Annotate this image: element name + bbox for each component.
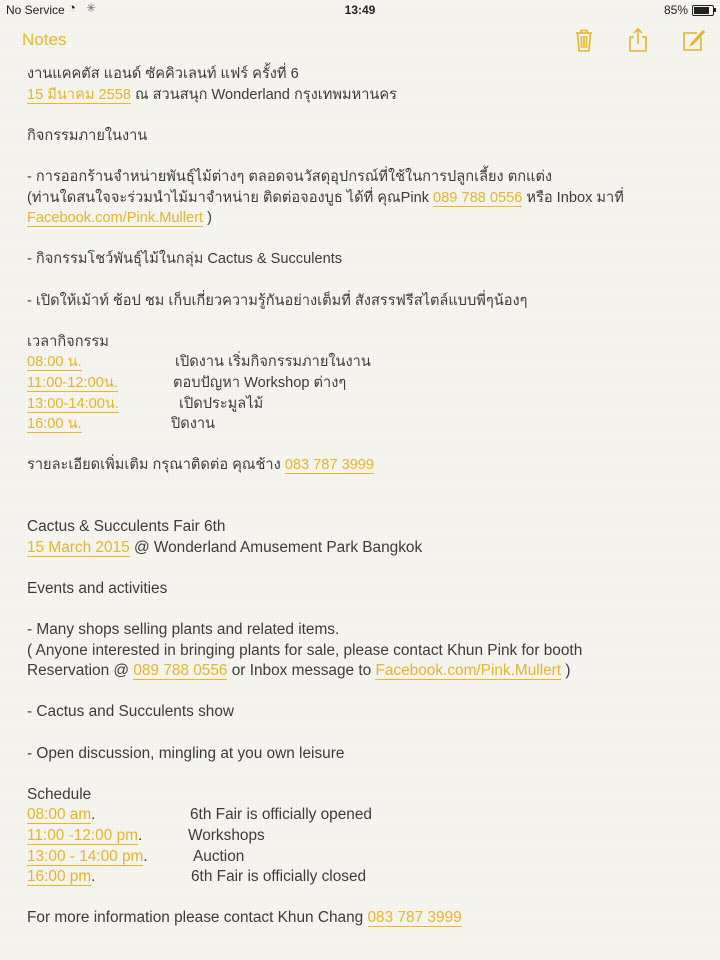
contact-text-th: รายละเอียดเพิ่มเติม กรุณาติดต่อ คุณช้าง (27, 457, 285, 474)
battery-icon (692, 5, 716, 16)
schedule-desc-th: ปิดงาน (171, 416, 216, 433)
phone-link-chang-th[interactable]: 083 787 3999 (284, 457, 375, 475)
note-title-th: งานแคคตัส แอนด์ ซัคคิวเลนท์ แฟร์ ครั้งที… (27, 66, 299, 82)
facebook-line-th: Facebook.com/Pink.Mullert ) (27, 208, 707, 229)
phone-link-chang-en[interactable]: 083 787 3999 (367, 909, 462, 928)
schedule-heading-th: เวลากิจกรรม (27, 333, 109, 350)
date-link-en[interactable]: 15 March 2015 (27, 538, 130, 557)
schedule-desc-en: 6th Fair is officially opened (190, 806, 372, 824)
activity-item-1-en: - Many shops selling plants and related … (27, 621, 340, 639)
schedule-time-en[interactable]: 13:00 - 14:00 pm (27, 847, 144, 866)
contact-text-en: For more information please contact Khun… (27, 909, 368, 927)
schedule-row-th: 13:00-14:00น. เปิดประมูลไม้ (27, 394, 707, 415)
schedule-row-en: 11:00 -12:00 pm. Workshops (27, 826, 707, 847)
share-icon[interactable] (624, 26, 652, 54)
schedule-row-th: 16:00 น. ปิดงาน (27, 414, 707, 435)
schedule-heading-en: Schedule (27, 785, 92, 803)
schedule-time-th[interactable]: 13:00-14:00น. (27, 395, 119, 413)
schedule-time-en[interactable]: 11:00 -12:00 pm (27, 826, 138, 845)
schedule-row-en: 13:00 - 14:00 pm. Auction (27, 847, 707, 868)
reservation-text-en: Reservation @ (27, 662, 134, 680)
schedule-desc-en: 6th Fair is officially closed (191, 868, 367, 886)
schedule-row-th: 08:00 น. เปิดงาน เริ่มกิจกรรมภายในงาน (27, 352, 707, 373)
reservation-line-en: Reservation @ 089 788 0556 or Inbox mess… (27, 661, 707, 682)
activity-item-3-th: - เปิดให้เม้าท์ ช้อป ชม เก็บเกี่ยวความรู… (27, 292, 528, 309)
activity-item-2-th: - กิจกรรมโชว์พันธุ์ไม้ในกลุ่ม Cactus & S… (27, 251, 343, 268)
trash-icon[interactable] (570, 26, 598, 54)
schedule-desc-th: ตอบปัญหา Workshop ต่างๆ (173, 374, 347, 391)
schedule-time-th[interactable]: 16:00 น. (27, 416, 82, 434)
compose-icon[interactable] (680, 26, 708, 54)
schedule-time-th[interactable]: 11:00-12:00น. (27, 374, 118, 392)
activity-sub-text-b-th: หรือ Inbox มาที่ (522, 189, 624, 206)
schedule-time-en[interactable]: 08:00 am (27, 806, 92, 825)
activities-heading-en: Events and activities (27, 579, 168, 597)
note-body[interactable]: งานแคคตัส แอนด์ ซัคคิวเลนท์ แฟร์ ครั้งที… (27, 64, 707, 929)
activity-sub-th: (ท่านใดสนใจจะร่วมนำไม้มาจำหน่าย ติดต่อจอ… (27, 188, 707, 209)
note-date-line-th: 15 มีนาคม 2558 ณ สวนสนุก Wonderland กรุง… (27, 85, 707, 106)
schedule-desc-en: Auction (193, 847, 245, 865)
schedule-row-en: 16:00 pm. 6th Fair is officially closed (27, 867, 707, 888)
battery-percent: 85% (663, 3, 688, 17)
close-paren-en: ) (561, 662, 571, 680)
activities-heading-th: กิจกรรมภายในงาน (27, 127, 148, 144)
status-bar: No Service ◔ ✳ 13:49 85% (0, 0, 720, 20)
contact-line-th: รายละเอียดเพิ่มเติม กรุณาติดต่อ คุณช้าง … (27, 455, 707, 476)
activity-sub-en: ( Anyone interested in bringing plants f… (27, 641, 583, 659)
schedule-time-en[interactable]: 16:00 pm (27, 868, 92, 887)
venue-th: ณ สวนสนุก Wonderland กรุงเทพมหานคร (130, 86, 398, 103)
phone-link-pink-en[interactable]: 089 788 0556 (133, 662, 228, 681)
schedule-desc-th: เปิดประมูลไม้ (179, 395, 264, 412)
schedule-time-th[interactable]: 08:00 น. (27, 354, 82, 372)
back-to-notes-button[interactable]: Notes (22, 30, 66, 50)
activity-sub-text-th: (ท่านใดสนใจจะร่วมนำไม้มาจำหน่าย ติดต่อจอ… (27, 189, 434, 206)
activity-item-1-th: - การออกร้านจำหน่ายพันธุ์ไม้ต่างๆ ตลอดจน… (27, 168, 553, 185)
note-title-en: Cactus & Succulents Fair 6th (27, 518, 226, 536)
schedule-row-en: 08:00 am. 6th Fair is officially opened (27, 805, 707, 826)
phone-link-pink-th[interactable]: 089 788 0556 (433, 189, 523, 207)
facebook-link-en[interactable]: Facebook.com/Pink.Mullert (375, 662, 562, 681)
inbox-text-en: or Inbox message to (227, 662, 376, 680)
clock: 13:49 (344, 3, 376, 17)
facebook-link-th[interactable]: Facebook.com/Pink.Mullert (27, 210, 204, 228)
venue-en: @ Wonderland Amusement Park Bangkok (129, 538, 423, 556)
date-link-th[interactable]: 15 มีนาคม 2558 (27, 86, 131, 104)
note-date-line-en: 15 March 2015 @ Wonderland Amusement Par… (27, 538, 707, 559)
activity-item-2-en: - Cactus and Succulents show (27, 703, 235, 721)
nav-bar: Notes (0, 20, 720, 60)
close-paren-th: ) (203, 210, 212, 227)
schedule-desc-th: เปิดงาน เริ่มกิจกรรมภายในงาน (175, 354, 371, 371)
schedule-row-th: 11:00-12:00น. ตอบปัญหา Workshop ต่างๆ (27, 373, 707, 394)
activity-item-3-en: - Open discussion, mingling at you own l… (27, 744, 345, 762)
contact-line-en: For more information please contact Khun… (27, 908, 707, 929)
schedule-desc-en: Workshops (188, 826, 265, 844)
